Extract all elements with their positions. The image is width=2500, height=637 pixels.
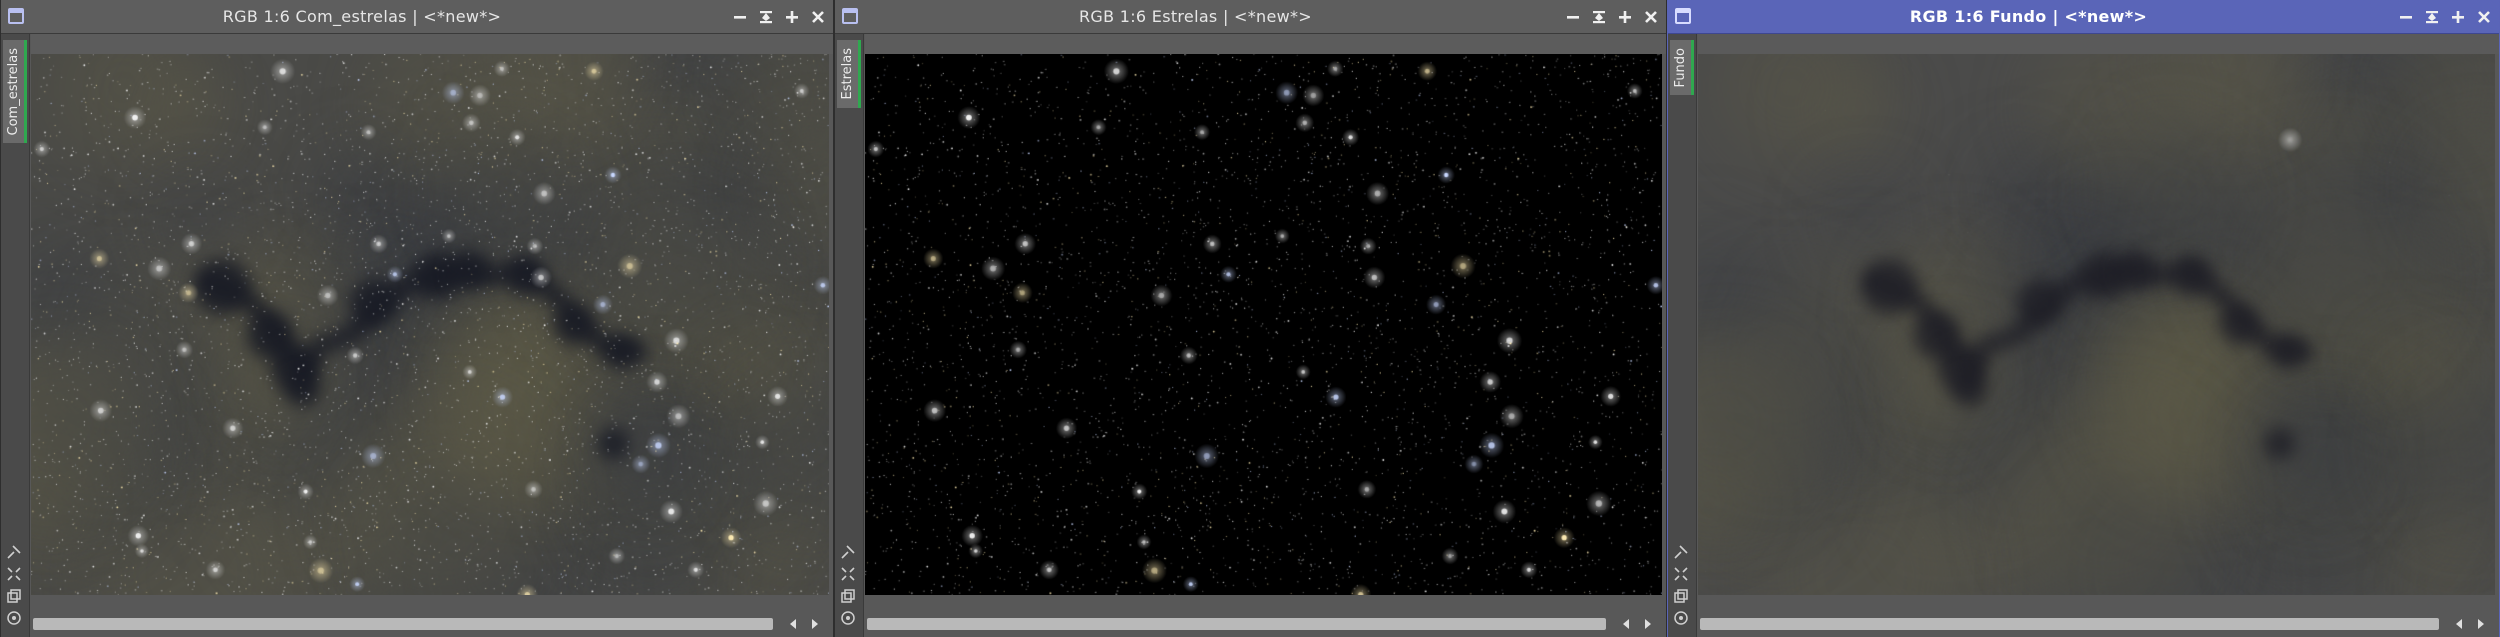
shade-icon[interactable] (2423, 8, 2441, 26)
image-canvas[interactable] (31, 54, 829, 595)
view-top-strip (865, 34, 1666, 54)
close-icon[interactable] (809, 8, 827, 26)
window-title: RGB 1:6 Estrelas | <*new*> (1078, 7, 1313, 26)
shade-icon[interactable] (757, 8, 775, 26)
image-viewport[interactable] (1698, 54, 2495, 595)
view-tab-label: Estrelas (840, 48, 855, 100)
image-window-com-estrelas[interactable]: RGB 1:6 Com_estrelas | <*new*> Com_estre… (0, 0, 834, 637)
view-sidebar: Fundo (1668, 34, 1697, 637)
minimize-icon[interactable] (2397, 8, 2415, 26)
fit-icon[interactable] (839, 565, 857, 583)
workspace: RGB 1:6 Com_estrelas | <*new*> Com_estre… (0, 0, 2500, 637)
view-tab[interactable]: Com_estrelas (3, 40, 27, 144)
view-tools (1672, 543, 1692, 631)
image-window-fundo[interactable]: RGB 1:6 Fundo | <*new*> Fundo (1667, 0, 2500, 637)
view-tab[interactable]: Fundo (1670, 40, 1694, 96)
view-tab[interactable]: Estrelas (837, 40, 861, 108)
close-icon[interactable] (2475, 8, 2493, 26)
minimize-icon[interactable] (731, 8, 749, 26)
pin-icon[interactable] (5, 543, 23, 561)
view-tab-label: Fundo (1673, 48, 1688, 88)
image-window-estrelas[interactable]: RGB 1:6 Estrelas | <*new*> Estrelas (834, 0, 1667, 637)
image-canvas[interactable] (1698, 54, 2495, 595)
image-viewport[interactable] (865, 54, 1662, 595)
window-icon[interactable] (8, 8, 24, 24)
window-title: RGB 1:6 Com_estrelas | <*new*> (222, 7, 502, 26)
preview-icon[interactable] (5, 609, 23, 627)
image-viewport[interactable] (31, 54, 829, 595)
window-controls (1564, 0, 1660, 34)
view-top-strip (1698, 34, 2499, 54)
maximize-icon[interactable] (1616, 8, 1634, 26)
horizontal-scrollbar[interactable] (31, 611, 833, 637)
chevron-right-icon[interactable] (1640, 615, 1656, 633)
scroll-thumb[interactable] (1700, 618, 2439, 630)
image-canvas[interactable] (865, 54, 1662, 595)
view-tab-label: Com_estrelas (6, 48, 21, 136)
view-sidebar: Com_estrelas (1, 34, 30, 637)
window-controls (731, 0, 827, 34)
pin-icon[interactable] (1672, 543, 1690, 561)
window-controls (2397, 0, 2493, 34)
window-icon[interactable] (1675, 8, 1691, 24)
chevron-left-icon[interactable] (785, 615, 801, 633)
maximize-icon[interactable] (2449, 8, 2467, 26)
scroll-thumb[interactable] (33, 618, 773, 630)
window-titlebar[interactable]: RGB 1:6 Estrelas | <*new*> (835, 0, 1666, 34)
chevron-left-icon[interactable] (1618, 615, 1634, 633)
view-tools (5, 543, 25, 631)
scroll-track[interactable] (33, 618, 773, 630)
horizontal-scrollbar[interactable] (1698, 611, 2499, 637)
view-tools (839, 543, 859, 631)
pin-icon[interactable] (839, 543, 857, 561)
chevron-left-icon[interactable] (2451, 615, 2467, 633)
fit-icon[interactable] (5, 565, 23, 583)
view-top-strip (31, 34, 833, 54)
maximize-icon[interactable] (783, 8, 801, 26)
scroll-thumb[interactable] (867, 618, 1606, 630)
scroll-track[interactable] (867, 618, 1606, 630)
close-icon[interactable] (1642, 8, 1660, 26)
window-titlebar[interactable]: RGB 1:6 Com_estrelas | <*new*> (1, 0, 833, 34)
window-icon[interactable] (842, 8, 858, 24)
chevron-right-icon[interactable] (2473, 615, 2489, 633)
clone-icon[interactable] (1672, 587, 1690, 605)
scroll-track[interactable] (1700, 618, 2439, 630)
window-titlebar[interactable]: RGB 1:6 Fundo | <*new*> (1668, 0, 2499, 34)
window-title: RGB 1:6 Fundo | <*new*> (1909, 7, 2148, 26)
fit-icon[interactable] (1672, 565, 1690, 583)
preview-icon[interactable] (839, 609, 857, 627)
clone-icon[interactable] (5, 587, 23, 605)
horizontal-scrollbar[interactable] (865, 611, 1666, 637)
preview-icon[interactable] (1672, 609, 1690, 627)
shade-icon[interactable] (1590, 8, 1608, 26)
minimize-icon[interactable] (1564, 8, 1582, 26)
clone-icon[interactable] (839, 587, 857, 605)
view-sidebar: Estrelas (835, 34, 864, 637)
chevron-right-icon[interactable] (807, 615, 823, 633)
